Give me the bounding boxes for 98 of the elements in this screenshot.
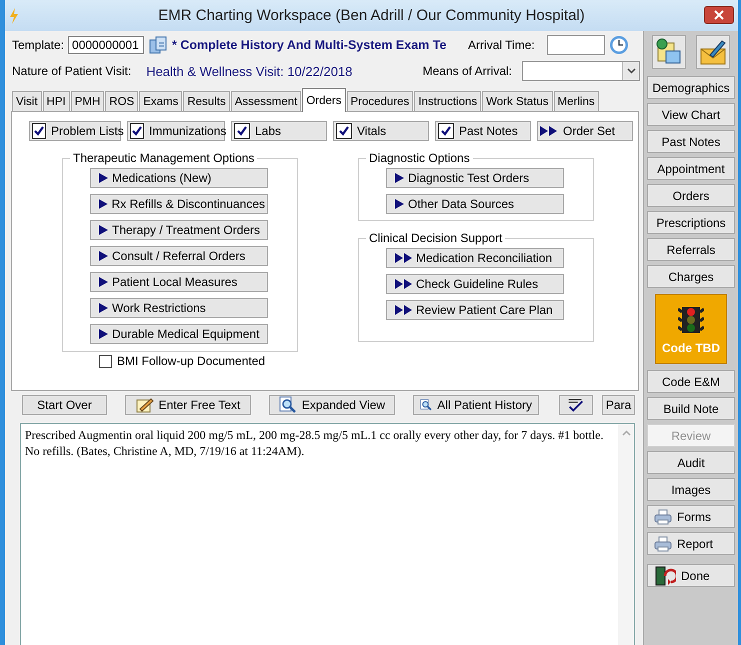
printer-icon bbox=[654, 536, 672, 552]
tab[interactable]: Results bbox=[183, 91, 230, 111]
sidebar-button[interactable]: Audit bbox=[647, 451, 735, 474]
sidebar-button[interactable]: View Chart bbox=[647, 103, 735, 126]
close-button[interactable] bbox=[704, 6, 734, 24]
play-icon bbox=[395, 173, 405, 183]
action-button[interactable]: Para bbox=[602, 395, 635, 415]
option-button[interactable]: Medication Reconciliation bbox=[386, 248, 564, 268]
chevron-down-icon bbox=[626, 68, 636, 74]
magnifier-icon bbox=[278, 396, 297, 414]
sidebar-button[interactable]: Charges bbox=[647, 265, 735, 288]
option-button[interactable]: Durable Medical Equipment bbox=[90, 324, 268, 344]
group-title: Clinical Decision Support bbox=[368, 231, 504, 245]
play-icon bbox=[99, 251, 109, 261]
group-title: Diagnostic Options bbox=[368, 151, 471, 165]
tab[interactable]: Merlins bbox=[554, 91, 599, 111]
note-text-area[interactable]: Prescribed Augmentin oral liquid 200 mg/5 mL, 200 mg-28.5 mg/5 mL.1 cc orally every other day, for 7 days. #1 bottle. No refills. (Bates, Christine A, MD, 7/19/16 at 11:24AM). bbox=[20, 423, 635, 645]
checkmark-icon bbox=[236, 125, 248, 137]
envelope-button[interactable] bbox=[696, 35, 730, 69]
checkmark-icon bbox=[338, 125, 350, 137]
pencil-note-icon bbox=[136, 397, 154, 413]
option-button[interactable]: Patient Local Measures bbox=[90, 272, 268, 292]
nature-of-visit-value: Health & Wellness Visit: 10/22/2018 bbox=[146, 64, 352, 78]
tab[interactable]: Procedures bbox=[346, 91, 414, 111]
clock-icon[interactable] bbox=[608, 35, 629, 55]
option-button[interactable]: Work Restrictions bbox=[90, 298, 268, 318]
double-arrow-icon bbox=[395, 305, 413, 315]
checkmark-icon bbox=[440, 125, 452, 137]
action-button[interactable]: Enter Free Text bbox=[125, 395, 251, 415]
tab[interactable]: Work Status bbox=[482, 91, 553, 111]
tab[interactable]: HPI bbox=[42, 91, 70, 111]
checkbox-button[interactable]: Vitals bbox=[333, 121, 429, 141]
sidebar-button[interactable]: Build Note bbox=[647, 397, 735, 420]
printer-icon bbox=[654, 508, 672, 524]
means-of-arrival-dropdown[interactable] bbox=[522, 61, 640, 81]
lightning-icon bbox=[9, 8, 19, 24]
sidebar-button[interactable]: Done bbox=[647, 564, 735, 587]
option-button[interactable]: Consult / Referral Orders bbox=[90, 246, 268, 266]
checkmark-icon bbox=[33, 125, 45, 137]
tab[interactable]: Instructions bbox=[414, 91, 482, 111]
spell-check-icon bbox=[566, 397, 586, 413]
option-button[interactable]: Other Data Sources bbox=[386, 194, 564, 214]
tab[interactable]: Orders bbox=[302, 88, 346, 112]
play-icon bbox=[395, 199, 405, 209]
action-button[interactable]: Expanded View bbox=[269, 395, 395, 415]
play-icon bbox=[99, 199, 109, 209]
sidebar-button[interactable]: Orders bbox=[647, 184, 735, 207]
sidebar-button[interactable]: Past Notes bbox=[647, 130, 735, 153]
option-button[interactable]: Therapy / Treatment Orders bbox=[90, 220, 268, 240]
action-button[interactable]: All Patient History bbox=[413, 395, 539, 415]
double-arrow-icon bbox=[540, 126, 558, 136]
checkbox-button[interactable]: Past Notes bbox=[435, 121, 531, 141]
option-button[interactable]: Medications (New) bbox=[90, 168, 268, 188]
option-button[interactable]: Check Guideline Rules bbox=[386, 274, 564, 294]
sidebar-button[interactable]: Images bbox=[647, 478, 735, 501]
play-icon bbox=[99, 303, 109, 313]
exit-door-icon bbox=[654, 566, 676, 586]
spell-check-button[interactable] bbox=[559, 395, 593, 415]
checkbox-button[interactable]: Problem Lists bbox=[29, 121, 121, 141]
tab[interactable]: PMH bbox=[70, 91, 104, 111]
checkbox-button[interactable]: Labs bbox=[231, 121, 327, 141]
sidebar-button[interactable]: Report bbox=[647, 532, 735, 555]
option-button[interactable]: Rx Refills & Discontinuances bbox=[90, 194, 268, 214]
documents-icon[interactable] bbox=[148, 35, 168, 55]
sidebar-button[interactable]: Code E&M bbox=[647, 370, 735, 393]
window-title: EMR Charting Workspace (Ben Adrill / Our Community Hospital) bbox=[158, 7, 585, 24]
double-arrow-icon bbox=[395, 279, 413, 289]
documents-button[interactable] bbox=[652, 35, 686, 69]
checkmark-icon bbox=[131, 125, 143, 137]
tab[interactable]: Exams bbox=[139, 91, 182, 111]
bmi-checkbox[interactable]: BMI Follow-up Documented bbox=[99, 354, 266, 368]
arrival-time-field[interactable] bbox=[546, 35, 605, 55]
template-label: Template: bbox=[12, 38, 64, 52]
option-button[interactable]: Review Patient Care Plan bbox=[386, 300, 564, 320]
option-button[interactable]: Diagnostic Test Orders bbox=[386, 168, 564, 188]
checkbox-button[interactable]: Immunizations bbox=[127, 121, 225, 141]
close-icon bbox=[714, 10, 724, 20]
group-title: Therapeutic Management Options bbox=[72, 151, 256, 165]
arrival-time-label: Arrival Time: bbox=[468, 38, 535, 52]
sidebar-button[interactable]: Referrals bbox=[647, 238, 735, 261]
sidebar-button[interactable]: Prescriptions bbox=[647, 211, 735, 234]
sidebar-button[interactable]: Forms bbox=[647, 505, 735, 528]
means-of-arrival-label: Means of Arrival: bbox=[422, 64, 512, 78]
tab[interactable]: ROS bbox=[105, 91, 138, 111]
play-icon bbox=[99, 329, 109, 339]
template-name: * Complete History And Multi-System Exam Te bbox=[172, 38, 448, 52]
sidebar-button[interactable]: Demographics bbox=[647, 76, 735, 99]
action-button[interactable]: Start Over bbox=[22, 395, 107, 415]
nature-of-visit-label: Nature of Patient Visit: bbox=[12, 64, 132, 78]
sidebar-button[interactable]: Appointment bbox=[647, 157, 735, 180]
order-set-button[interactable]: Order Set bbox=[537, 121, 633, 141]
play-icon bbox=[99, 277, 109, 287]
tab[interactable]: Assessment bbox=[230, 91, 302, 111]
double-arrow-icon bbox=[395, 253, 413, 263]
play-icon bbox=[99, 225, 109, 235]
template-field[interactable]: 0000000001 bbox=[68, 36, 144, 54]
play-icon bbox=[99, 173, 109, 183]
tab[interactable]: Visit bbox=[12, 91, 42, 111]
